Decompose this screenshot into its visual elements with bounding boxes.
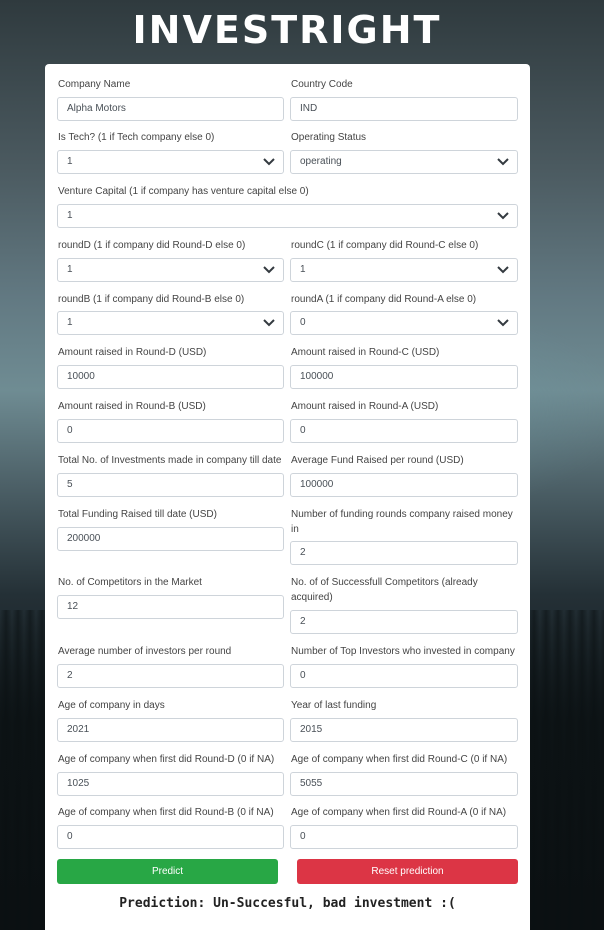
round-d-value: 1 — [67, 264, 73, 275]
amount-d-input[interactable]: 10000 — [57, 365, 284, 389]
age-round-d-input[interactable]: 1025 — [57, 772, 284, 796]
age-round-a-label: Age of company when first did Round-A (0… — [291, 807, 507, 818]
chevron-down-icon — [263, 158, 275, 166]
country-code-label: Country Code — [291, 79, 353, 90]
num-rounds-label-line2: in — [291, 524, 299, 535]
operating-status-select[interactable]: operating — [290, 150, 518, 174]
last-funding-year-input[interactable]: 2015 — [290, 718, 518, 742]
company-name-label: Company Name — [58, 79, 131, 90]
round-b-select[interactable]: 1 — [57, 311, 284, 335]
is-tech-label: Is Tech? (1 if Tech company else 0) — [58, 132, 215, 143]
venture-capital-select[interactable]: 1 — [57, 204, 518, 228]
chevron-down-icon — [497, 266, 509, 274]
age-days-label: Age of company in days — [58, 700, 165, 711]
avg-fund-input[interactable]: 100000 — [290, 473, 518, 497]
age-round-b-label: Age of company when first did Round-B (0… — [58, 807, 274, 818]
chevron-down-icon — [263, 266, 275, 274]
num-rounds-label-line1: Number of funding rounds company raised … — [291, 509, 513, 520]
total-investments-input[interactable]: 5 — [57, 473, 284, 497]
round-a-value: 0 — [300, 317, 306, 328]
round-c-value: 1 — [300, 264, 306, 275]
is-tech-value: 1 — [67, 156, 73, 167]
chevron-down-icon — [497, 212, 509, 220]
reset-prediction-button[interactable]: Reset prediction — [297, 859, 518, 884]
amount-a-label: Amount raised in Round-A (USD) — [291, 401, 439, 412]
amount-d-label: Amount raised in Round-D (USD) — [58, 347, 207, 358]
chevron-down-icon — [263, 319, 275, 327]
amount-a-input[interactable]: 0 — [290, 419, 518, 443]
age-round-d-label: Age of company when first did Round-D (0… — [58, 754, 275, 765]
age-round-c-input[interactable]: 5055 — [290, 772, 518, 796]
predict-button[interactable]: Predict — [57, 859, 278, 884]
chevron-down-icon — [497, 319, 509, 327]
avg-fund-label: Average Fund Raised per round (USD) — [291, 455, 464, 466]
total-funding-input[interactable]: 200000 — [57, 527, 284, 551]
avg-investors-input[interactable]: 2 — [57, 664, 284, 688]
age-round-c-label: Age of company when first did Round-C (0… — [291, 754, 508, 765]
venture-capital-value: 1 — [67, 210, 73, 221]
operating-status-label: Operating Status — [291, 132, 367, 143]
round-b-value: 1 — [67, 317, 73, 328]
round-c-select[interactable]: 1 — [290, 258, 518, 282]
is-tech-select[interactable]: 1 — [57, 150, 284, 174]
total-investments-label: Total No. of Investments made in company… — [58, 455, 282, 466]
round-a-label: roundA (1 if company did Round-A else 0) — [291, 294, 477, 305]
age-days-input[interactable]: 2021 — [57, 718, 284, 742]
successful-competitors-input[interactable]: 2 — [290, 610, 518, 634]
company-name-input[interactable]: Alpha Motors — [57, 97, 284, 121]
venture-capital-label: Venture Capital (1 if company has ventur… — [58, 186, 309, 197]
round-c-label: roundC (1 if company did Round-C else 0) — [291, 240, 479, 251]
top-investors-input[interactable]: 0 — [290, 664, 518, 688]
age-round-b-input[interactable]: 0 — [57, 825, 284, 849]
round-a-select[interactable]: 0 — [290, 311, 518, 335]
prediction-result: Prediction: Un-Succesful, bad investment… — [119, 896, 456, 911]
round-b-label: roundB (1 if company did Round-B else 0) — [58, 294, 245, 305]
total-funding-label: Total Funding Raised till date (USD) — [58, 509, 217, 520]
competitors-input[interactable]: 12 — [57, 595, 284, 619]
last-funding-year-label: Year of last funding — [291, 700, 377, 711]
chevron-down-icon — [497, 158, 509, 166]
amount-b-label: Amount raised in Round-B (USD) — [58, 401, 206, 412]
amount-c-input[interactable]: 100000 — [290, 365, 518, 389]
prediction-form: Company Name Alpha Motors Country Code I… — [45, 64, 530, 930]
age-round-a-input[interactable]: 0 — [290, 825, 518, 849]
amount-c-label: Amount raised in Round-C (USD) — [291, 347, 440, 358]
amount-b-input[interactable]: 0 — [57, 419, 284, 443]
top-investors-label: Number of Top Investors who invested in … — [291, 646, 515, 657]
competitors-label: No. of Competitors in the Market — [58, 577, 202, 588]
successful-competitors-label-line1: No. of of Successfull Competitors (alrea… — [291, 577, 478, 588]
successful-competitors-label-line2: acquired) — [291, 592, 333, 603]
app-title: INVESTRIGHT — [132, 8, 442, 52]
round-d-label: roundD (1 if company did Round-D else 0) — [58, 240, 246, 251]
operating-status-value: operating — [300, 156, 342, 167]
round-d-select[interactable]: 1 — [57, 258, 284, 282]
country-code-input[interactable]: IND — [290, 97, 518, 121]
avg-investors-label: Average number of investors per round — [58, 646, 232, 657]
num-rounds-input[interactable]: 2 — [290, 541, 518, 565]
